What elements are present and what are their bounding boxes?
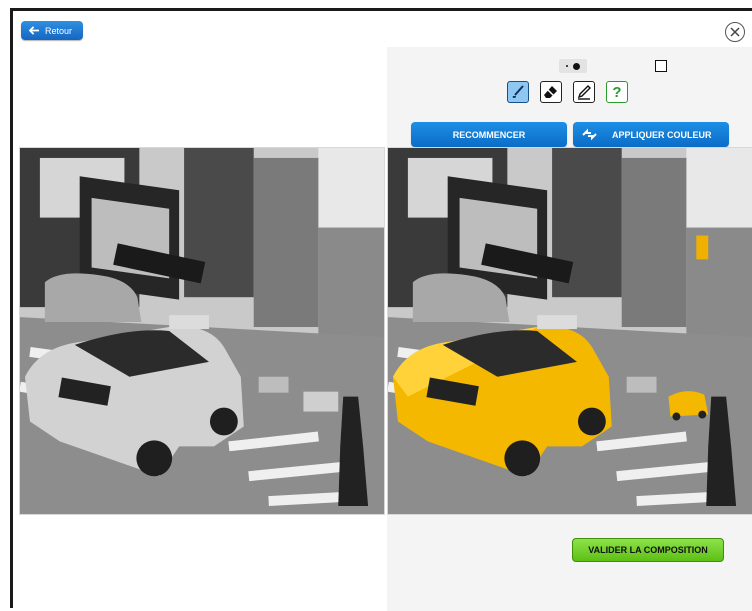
colorized-result-image: [387, 147, 752, 515]
restart-button-label: RECOMMENCER: [452, 129, 526, 140]
validate-composition-button[interactable]: VALIDER LA COMPOSITION: [572, 538, 724, 562]
back-button[interactable]: Retour: [21, 21, 83, 40]
help-tool-button[interactable]: ?: [606, 81, 628, 103]
small-dot-icon[interactable]: [566, 65, 568, 67]
square-icon[interactable]: [655, 60, 667, 72]
apply-color-button-label: APPLIQUER COULEUR: [612, 129, 712, 140]
original-grayscale-image: [19, 147, 385, 515]
eraser-tool-button[interactable]: [540, 81, 562, 103]
validate-composition-label: VALIDER LA COMPOSITION: [588, 545, 708, 555]
brush-size-selector[interactable]: [559, 59, 587, 73]
large-dot-icon[interactable]: [573, 62, 580, 70]
restart-button[interactable]: RECOMMENCER: [411, 122, 567, 147]
eraser-icon: [544, 86, 557, 98]
close-button[interactable]: [725, 22, 745, 42]
close-icon: [730, 27, 740, 37]
brush-tool-button[interactable]: [507, 81, 529, 103]
pen-tool-button[interactable]: [573, 81, 595, 103]
back-arrow-icon: [29, 26, 39, 35]
back-button-label: Retour: [45, 25, 73, 36]
editor-dialog: Retour ? RECOMMENCER APPLIQUER COULEUR V…: [10, 8, 752, 611]
apply-color-button[interactable]: APPLIQUER COULEUR: [573, 122, 729, 147]
help-icon: ?: [612, 83, 622, 101]
apply-color-icon: [582, 128, 597, 141]
pen-icon: [577, 85, 591, 100]
brush-icon: [512, 85, 524, 98]
